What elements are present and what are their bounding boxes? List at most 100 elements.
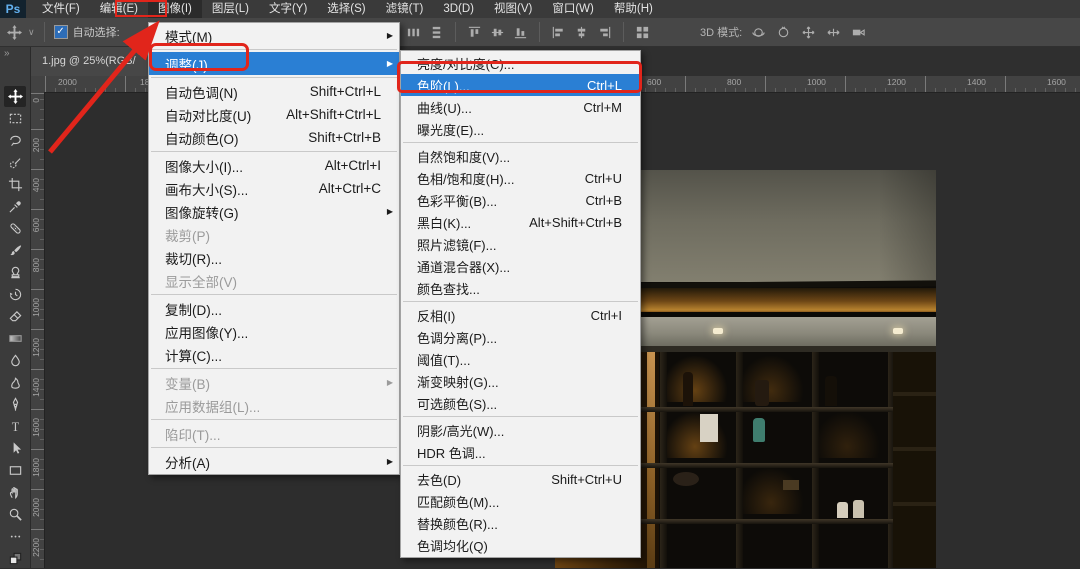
submenu-arrow-icon: ▶ (386, 31, 393, 40)
image-menu-item-4[interactable]: 自动色调(N) Shift+Ctrl+L (149, 80, 399, 103)
adjust-submenu-item-24[interactable]: 替换颜色(R)... (401, 512, 640, 534)
image-menu-item-0[interactable]: 模式(M) ▶ (149, 24, 399, 47)
adjust-submenu-item-0[interactable]: 亮度/对比度(C)... (401, 52, 640, 74)
rectangular-marquee-tool-icon[interactable] (4, 108, 26, 129)
menu-separator (403, 301, 638, 302)
adjust-submenu-item-7[interactable]: 色彩平衡(B)... Ctrl+B (401, 189, 640, 211)
adjust-submenu-item-10[interactable]: 通道混合器(X)... (401, 255, 640, 277)
submenu-arrow-icon: ▶ (386, 457, 393, 466)
gradient-tool-icon[interactable] (4, 328, 26, 349)
adjust-submenu-item-19[interactable]: 阴影/高光(W)... (401, 419, 640, 441)
menubar-item-type[interactable]: 文字(Y) (259, 0, 317, 18)
adjust-submenu-item-20[interactable]: HDR 色调... (401, 441, 640, 463)
align-top-edges-icon[interactable] (466, 24, 483, 41)
menu-item-shortcut: Ctrl+U (584, 170, 622, 186)
lasso-tool-icon[interactable] (4, 130, 26, 151)
adjust-submenu-item-13[interactable]: 反相(I) Ctrl+I (401, 304, 640, 326)
eraser-tool-icon[interactable] (4, 306, 26, 327)
blur-tool-icon[interactable] (4, 350, 26, 371)
image-menu-item-9[interactable]: 画布大小(S)... Alt+Ctrl+C (149, 177, 399, 200)
3d-roll-icon[interactable] (775, 24, 792, 41)
menubar-item-layer[interactable]: 图层(L) (202, 0, 259, 18)
menubar-item-help[interactable]: 帮助(H) (604, 0, 663, 18)
ruler-number: 1000 (807, 77, 826, 87)
quick-selection-tool-icon[interactable] (4, 152, 26, 173)
brush-tool-icon[interactable] (4, 240, 26, 261)
clone-stamp-tool-icon[interactable] (4, 262, 26, 283)
align-vertical-centers-icon[interactable] (489, 24, 506, 41)
toolbar-collapse-icon[interactable]: » (4, 48, 10, 59)
image-menu-item-10[interactable]: 图像旋转(G) ▶ (149, 200, 399, 223)
align-bottom-edges-icon[interactable] (512, 24, 529, 41)
distribute-horizontal-centers-icon[interactable] (428, 24, 445, 41)
crop-tool-icon[interactable] (4, 174, 26, 195)
menu-item-label: 应用图像(Y)... (165, 325, 249, 341)
move-tool-icon[interactable] (4, 86, 26, 107)
auto-select-checkbox[interactable]: ✓ (53, 25, 68, 39)
distribute-vertical-centers-icon[interactable] (405, 24, 422, 41)
image-menu-item-24[interactable]: 分析(A) ▶ (149, 450, 399, 473)
rectangle-shape-tool-icon[interactable] (4, 460, 26, 481)
eyedropper-tool-icon[interactable] (4, 196, 26, 217)
image-menu-item-17[interactable]: 计算(C)... (149, 343, 399, 366)
menubar-item-file[interactable]: 文件(F) (32, 0, 90, 18)
3d-slide-icon[interactable] (825, 24, 842, 41)
adjust-submenu-item-11[interactable]: 颜色查找... (401, 277, 640, 299)
align-horizontal-centers-icon[interactable] (573, 24, 590, 41)
smudge-tool-icon[interactable] (4, 372, 26, 393)
history-brush-tool-icon[interactable] (4, 284, 26, 305)
vertical-ruler[interactable]: 0 200 400 600 800 1000 1200 1400 1600 1800 2000 220… (30, 92, 45, 568)
auto-align-layers-icon[interactable] (634, 24, 651, 41)
adjust-submenu-item-25[interactable]: 色调均化(Q) (401, 534, 640, 556)
adjust-submenu-item-9[interactable]: 照片滤镜(F)... (401, 233, 640, 255)
adjust-submenu-item-14[interactable]: 色调分离(P)... (401, 326, 640, 348)
color-swatches-icon[interactable] (4, 548, 26, 569)
image-menu-item-12[interactable]: 裁切(R)... (149, 246, 399, 269)
3d-orbit-icon[interactable] (750, 24, 767, 41)
menubar-item-view[interactable]: 视图(V) (484, 0, 542, 18)
adjust-submenu-item-23[interactable]: 匹配颜色(M)... (401, 490, 640, 512)
menu-item-label: 自动对比度(U) (165, 108, 252, 124)
adjust-submenu-item-5[interactable]: 自然饱和度(V)... (401, 145, 640, 167)
zoom-tool-icon[interactable] (4, 504, 26, 525)
image-menu-item-15[interactable]: 复制(D)... (149, 297, 399, 320)
spot-healing-brush-tool-icon[interactable] (4, 218, 26, 239)
adjust-submenu-item-22[interactable]: 去色(D) Shift+Ctrl+U (401, 468, 640, 490)
adjust-submenu-item-1[interactable]: 色阶(L)... Ctrl+L (401, 74, 640, 96)
3d-pan-icon[interactable] (800, 24, 817, 41)
type-tool-icon[interactable]: T (4, 416, 26, 437)
path-selection-tool-icon[interactable] (4, 438, 26, 459)
adjust-submenu-item-15[interactable]: 阈值(T)... (401, 348, 640, 370)
hand-tool-icon[interactable] (4, 482, 26, 503)
menubar-item-edit[interactable]: 编辑(E) (90, 0, 148, 18)
align-left-edges-icon[interactable] (550, 24, 567, 41)
menubar-item-window[interactable]: 窗口(W) (542, 0, 604, 18)
image-menu-item-8[interactable]: 图像大小(I)... Alt+Ctrl+I (149, 154, 399, 177)
3d-zoom-camera-icon[interactable] (850, 24, 867, 41)
tools-palette: » T (0, 46, 31, 568)
menu-item-label: 裁剪(P) (165, 228, 210, 244)
adjust-submenu-item-6[interactable]: 色相/饱和度(H)... Ctrl+U (401, 167, 640, 189)
menubar-item-3d[interactable]: 3D(D) (433, 0, 484, 18)
align-right-edges-icon[interactable] (596, 24, 613, 41)
image-menu-item-2[interactable]: 调整(J) ▶ (149, 52, 399, 75)
adjust-submenu-item-16[interactable]: 渐变映射(G)... (401, 370, 640, 392)
menubar-item-image[interactable]: 图像(I) (148, 0, 202, 18)
menubar-item-select[interactable]: 选择(S) (317, 0, 375, 18)
image-menu-item-5[interactable]: 自动对比度(U) Alt+Shift+Ctrl+L (149, 103, 399, 126)
tool-preset-dropdown[interactable]: ∨ (28, 27, 35, 38)
menu-item-shortcut: Shift+Ctrl+L (309, 84, 381, 99)
divider (623, 22, 624, 42)
adjust-submenu-item-3[interactable]: 曝光度(E)... (401, 118, 640, 140)
menubar-item-filter[interactable]: 滤镜(T) (376, 0, 434, 18)
adjust-submenu-item-8[interactable]: 黑白(K)... Alt+Shift+Ctrl+B (401, 211, 640, 233)
adjust-submenu-item-2[interactable]: 曲线(U)... Ctrl+M (401, 96, 640, 118)
image-menu-item-16[interactable]: 应用图像(Y)... (149, 320, 399, 343)
menu-item-label: 颜色查找... (417, 281, 480, 297)
menu-item-label: 色阶(L)... (417, 78, 470, 94)
adjust-submenu-item-17[interactable]: 可选颜色(S)... (401, 392, 640, 414)
image-menu-item-6[interactable]: 自动颜色(O) Shift+Ctrl+B (149, 126, 399, 149)
pen-tool-icon[interactable] (4, 394, 26, 415)
more-options-icon[interactable] (4, 526, 26, 547)
divider (539, 22, 540, 42)
